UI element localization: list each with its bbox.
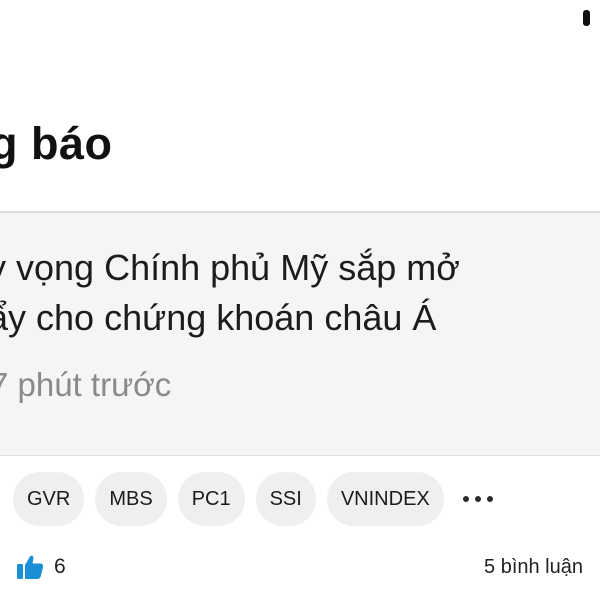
news-timestamp: 7 phút trước: [0, 366, 172, 403]
status-bar-indicator: [583, 10, 590, 26]
post-footer: 6 5 bình luận: [0, 550, 600, 586]
news-headline-line-1: y vọng Chính phủ Mỹ sắp mở: [0, 247, 460, 288]
stock-tag-ssi[interactable]: SSI: [255, 472, 316, 526]
stock-tag-list: GVR MBS PC1 SSI VNINDEX: [13, 472, 497, 526]
comments-link[interactable]: 5 bình luận: [484, 550, 583, 584]
more-dot-icon: [462, 496, 469, 502]
thumbs-up-icon: [16, 554, 44, 580]
like-button[interactable]: 6: [16, 550, 66, 584]
news-headline[interactable]: y vọng Chính phủ Mỹ sắp mở ẩy cho chứng …: [0, 243, 460, 343]
news-card[interactable]: y vọng Chính phủ Mỹ sắp mở ẩy cho chứng …: [0, 211, 600, 456]
page-title: g báo: [0, 118, 113, 169]
stock-tag-gvr[interactable]: GVR: [13, 472, 85, 526]
more-dot-icon: [474, 496, 481, 502]
stock-tag-mbs[interactable]: MBS: [95, 472, 167, 526]
stock-tag-vnindex[interactable]: VNINDEX: [326, 472, 444, 526]
more-tags-button[interactable]: [459, 472, 497, 526]
news-headline-line-2: ẩy cho chứng khoán châu Á: [0, 297, 437, 338]
stock-tag-pc1[interactable]: PC1: [177, 472, 245, 526]
like-count: 6: [54, 555, 66, 578]
more-dot-icon: [486, 496, 493, 502]
